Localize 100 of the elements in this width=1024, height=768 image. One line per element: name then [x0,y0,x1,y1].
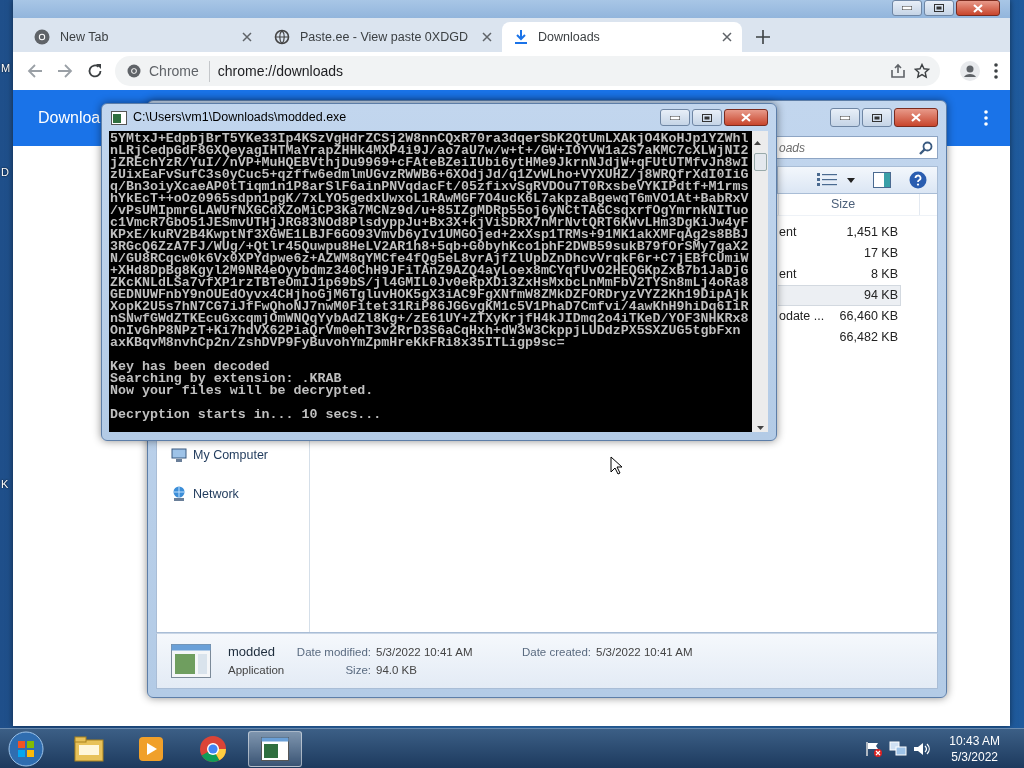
file-row[interactable]: 66,482 KB [778,327,901,348]
list-view-icon [817,173,837,187]
column-header[interactable]: Size [778,194,920,215]
console-line: Now your files will be decrypted. [110,385,375,397]
scroll-thumb[interactable] [753,153,767,171]
minimize-button[interactable] [892,0,922,16]
console-line: ZKcKNLdLSa7vfXP1rzTBTeOmIJ1p69bS/jl4GMIL0Jv0eRpXDi3ZxHsMxbcLnMmFbV2TYSn8mLj4oRa8 [110,277,750,289]
windows-logo-icon [6,730,46,767]
plus-icon [756,30,770,44]
console-line: Searching by extension: .KRAB [110,373,342,385]
reload-icon [87,63,103,79]
browser-tab[interactable]: Downloads [502,22,742,52]
minimize-button[interactable] [830,108,860,127]
new-tab-button[interactable] [754,28,772,46]
console-icon [261,736,289,761]
file-row[interactable]: odate ... 66,460 KB [778,306,901,327]
nav-item[interactable]: My Computer [171,446,309,465]
desktop-icon-label[interactable]: M [1,60,11,77]
scroll-up-icon [753,140,761,145]
maximize-button[interactable] [924,0,954,16]
search-field[interactable]: oads [776,136,938,159]
file-row[interactable]: 17 KB [778,243,901,264]
media-player-icon [138,735,164,762]
views-button[interactable] [815,171,857,189]
console-line: GEDNUWFnbY9nOUEdOyvx4CHjhoGjM6TgluvHOK5gX3iAC9FgXNfmW8ZMkDZFORDryzVYZ2Kh19DipAjk [110,289,750,301]
share-icon[interactable] [890,63,906,79]
maximize-button[interactable] [692,109,722,126]
star-icon[interactable] [914,63,930,79]
console-line: Decryption starts in... 10 secs... [110,409,383,421]
clock-time[interactable]: 10:43 AM [949,732,1000,749]
minimize-icon [670,115,680,120]
close-icon[interactable] [482,32,492,42]
close-icon [741,113,751,122]
console-line: /vPsUMIpmrGLAWUfNXGCdXZoMiCP3Ka7MCNz9d/u+85IZgMDRp55oj6yNCtTAGCsqxrfOgYmrnkNITuo [110,205,750,217]
file-row[interactable]: 94 KB [778,285,901,306]
browser-tab[interactable]: Paste.ee - View paste 0XDGD [262,22,502,52]
speaker-icon[interactable] [913,740,932,757]
console-line: N/GU8RCqcw0k6Vx0XPYdpwe6z+AZWM8qYMCfe4fQg5eL8vrAjfZlUpDZnDhcvVrqkF6r+C7jEBfCUmiW [110,253,750,265]
help-button[interactable] [907,169,929,191]
url-text: chrome://downloads [217,61,345,81]
clock-date[interactable]: 5/3/2022 [949,748,1000,765]
minimize-icon [840,115,850,120]
close-icon [911,113,921,122]
minimize-icon [902,6,912,10]
preview-pane-icon [873,172,891,188]
flag-icon[interactable] [865,740,884,757]
close-icon[interactable] [722,32,732,42]
profile-button[interactable] [958,59,982,83]
taskbar-button[interactable] [248,730,302,767]
avatar-icon [960,61,980,81]
close-button[interactable] [956,0,1000,16]
maximize-icon [934,4,944,12]
scrollbar[interactable] [752,131,768,432]
field-label: Size: [344,663,372,678]
network-icon[interactable] [889,740,908,757]
console-line: q/Bn3oiyXcaeAP0tTiqm1n1P8arSlF6ainPNVqdacFt/05zfixvSgRVDOu7T0RxsbeVYKIPdtf+M1rms [110,181,750,193]
address-bar[interactable]: Chrome chrome://downloads [115,56,940,86]
close-button[interactable] [724,109,768,126]
console-line: zUixEaFvSufC3s0yCuc5+qzffw6edmlmUGvzRWWB6+6XOdjJd/q1ZvWLho+VYXUHZ/j8WRQfrXdI0IiG [110,169,750,181]
nav-item[interactable]: Network [171,484,309,504]
browser-tab[interactable]: New Tab [22,22,262,52]
field-label: Date created: [520,645,592,660]
preview-pane-button[interactable] [871,170,893,190]
folder-icon [74,735,104,762]
close-icon [973,3,983,13]
file-row[interactable]: ent 1,451 KB [778,222,901,243]
cursor-icon [610,456,622,475]
menu-button[interactable] [982,108,990,128]
desktop-icon-label[interactable]: D [1,164,9,181]
chrome-icon [199,734,227,763]
globe-icon [274,29,290,45]
file-type: Application [228,663,286,678]
menu-button[interactable] [992,61,1000,81]
console-icon [111,110,127,125]
console-line: 5YMtxJ+EdpbjBrT5YKe33Ip4KSzVgHdrZCSj2W8nnCQxR70ra3dqerSbK2QtUmLXAkjO4KoHJp1YZWhl [110,133,750,145]
kebab-menu-icon [994,63,998,79]
download-icon [514,29,528,45]
minimize-button[interactable] [660,109,690,126]
window-title: C:\Users\vm1\Downloads\modded.exe [133,109,347,127]
console-line: nLRjCedpGdF8GXQeyagIHTMaYrapZHHk4MXP4i9J/ao7aU7w/w+t+/GW+IOYVW1aZS7aKMC7cXLWjNI2 [110,145,750,157]
maximize-icon [702,113,712,122]
console-line: Key has been decoded [110,361,270,373]
field-label: Date modified: [295,645,372,660]
site-chip: Chrome [149,60,210,82]
console-line: OnIvGhP8NPzT+Ki7hdVX62PiaQrVm0ehT3v2RrD3S6aCqHxh+dW3W3CkppjLUDdzPX5SXZUG5tgbFxn [110,325,741,337]
maximize-icon [872,113,882,122]
close-icon[interactable] [242,32,252,42]
close-button[interactable] [894,108,938,127]
console-line: KPxE/kuRV2B4KwptNf3XGWE1LBJF6GO93VmvD6yIv1UMGOjed+2xXsp1TRMs+91MK1akXMFqAg2s8BBJ [110,229,750,241]
desktop-icon-label[interactable]: K [1,476,9,493]
field-value: 5/3/2022 10:41 AM [596,645,694,660]
file-row[interactable]: ent 8 KB [778,264,901,285]
computer-icon [171,447,187,464]
file-name: modded [228,643,276,661]
chrome-icon [34,29,50,45]
console-line: jZREchYzR/YuI//nVP+MuHQEBVthjDu9969+cFAteBZeiIUbi6ytHMe9JkrnNJdjW+qFUtUTMfvJn8wI [110,157,750,169]
caret-icon [847,177,855,183]
console-line: axKBqvM8nvhCp2n/ZshDVP9FyBuvohYmZpmHreKkFRi8x35ITLigp9sc= [110,337,565,349]
maximize-button[interactable] [862,108,892,127]
console-line: 3RGcQ6ZzA7FJ/WUg/+Qtlr45Quwpu8HeLV2AR1h8+5qb+G0byhKco1phF2DWB59sukB79fOrSMy7gaX2 [110,241,750,253]
